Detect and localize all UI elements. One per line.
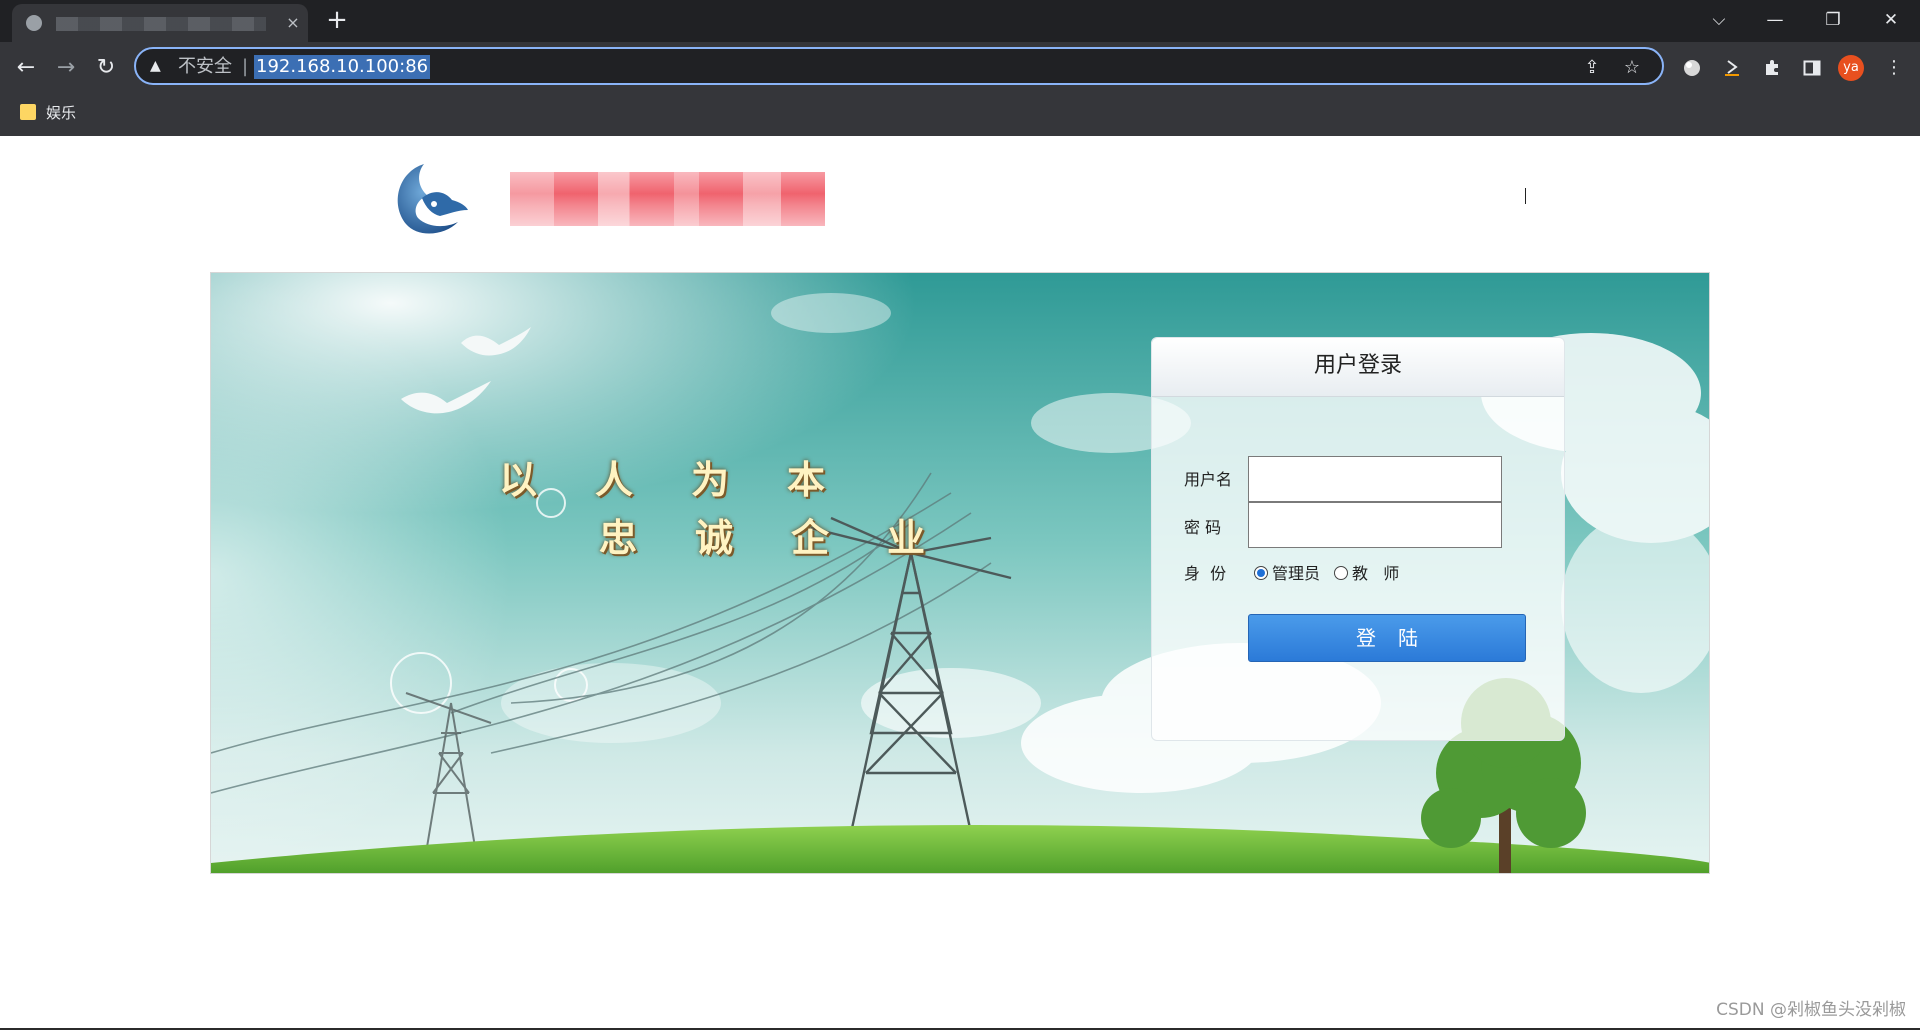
extensions-puzzle-icon[interactable]: [1758, 54, 1786, 82]
login-title: 用户登录: [1313, 353, 1402, 378]
bookmark-star-icon[interactable]: ☆: [1620, 56, 1644, 80]
share-icon[interactable]: ⇪: [1580, 56, 1604, 80]
url-text[interactable]: 192.168.10.100:86: [254, 55, 431, 79]
omnibox-separator: |: [242, 56, 249, 77]
warning-icon[interactable]: ▲: [150, 58, 166, 74]
restore-button[interactable]: ❐: [1812, 2, 1854, 38]
slogan-line-1: 以人为本: [499, 457, 884, 502]
chrome-menu-icon[interactable]: ⋮: [1880, 54, 1908, 82]
address-bar[interactable]: ▲ 不安全 | 192.168.10.100:86 ⇪ ☆: [134, 47, 1664, 85]
close-window-button[interactable]: ✕: [1870, 2, 1912, 38]
forward-button[interactable]: →: [52, 54, 80, 82]
role-label: 身 份: [1184, 564, 1227, 583]
extension-download-icon[interactable]: [1718, 54, 1746, 82]
role-admin-radio[interactable]: [1254, 566, 1268, 580]
tab-strip: × + ⌵ — ❐ ✕: [0, 0, 1920, 42]
password-label: 密 码: [1184, 518, 1222, 537]
username-label: 用户名: [1184, 470, 1233, 489]
profile-avatar[interactable]: ya: [1838, 55, 1864, 81]
login-banner: 以人为本 忠诚企业 用户登录 用户名 密 码 身 份 管理员 教 师 登陆: [210, 272, 1710, 874]
role-teacher-radio[interactable]: [1334, 566, 1348, 580]
extension-globe-icon[interactable]: [1678, 54, 1706, 82]
company-logo: [388, 158, 470, 238]
tab-search-dropdown-icon[interactable]: ⌵: [1698, 2, 1740, 38]
back-button[interactable]: ←: [12, 54, 40, 82]
bookmarks-bar: 娱乐: [0, 94, 1920, 136]
bookmark-label: 娱乐: [46, 104, 77, 122]
security-status[interactable]: 不安全: [178, 56, 232, 78]
slogan-line-2: 忠诚企业: [599, 515, 984, 560]
new-tab-button[interactable]: +: [322, 6, 352, 36]
role-admin-label[interactable]: 管理员: [1272, 564, 1320, 584]
password-input[interactable]: [1248, 502, 1502, 548]
reload-button[interactable]: ↻: [92, 54, 120, 82]
side-panel-icon[interactable]: [1798, 54, 1826, 82]
globe-icon: [26, 15, 42, 31]
browser-toolbar: ← → ↻ ▲ 不安全 | 192.168.10.100:86 ⇪ ☆ ya ⋮: [0, 42, 1920, 94]
csdn-watermark: CSDN @剁椒鱼头没剁椒: [1716, 1000, 1906, 1020]
text-caret: [1525, 188, 1526, 204]
folder-icon: [20, 104, 36, 120]
close-tab-icon[interactable]: ×: [282, 12, 304, 34]
login-header: 用户登录: [1152, 338, 1564, 397]
company-name-redacted: [510, 172, 825, 226]
login-panel: 用户登录 用户名 密 码 身 份 管理员 教 师 登陆: [1151, 337, 1565, 741]
tab-title-redacted: [56, 17, 266, 31]
login-button[interactable]: 登陆: [1248, 614, 1526, 662]
minimize-button[interactable]: —: [1754, 2, 1796, 38]
browser-tab[interactable]: ×: [12, 4, 308, 42]
username-input[interactable]: [1248, 456, 1502, 502]
role-teacher-label[interactable]: 教 师: [1352, 564, 1399, 584]
